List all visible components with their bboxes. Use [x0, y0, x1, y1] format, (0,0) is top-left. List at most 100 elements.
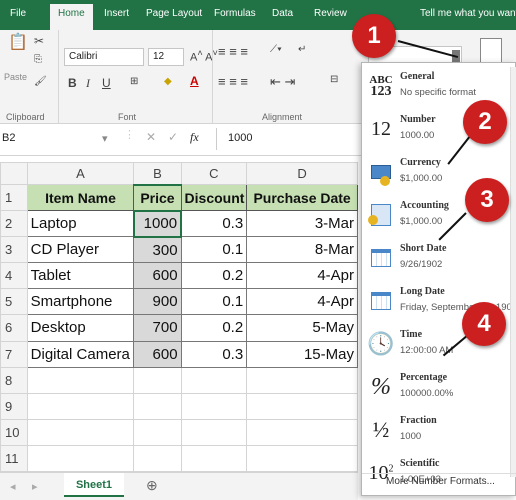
cell[interactable]: 600 [133, 262, 182, 290]
scrollbar[interactable] [510, 67, 516, 477]
active-cell[interactable]: 1000 [132, 209, 183, 238]
paste-icon[interactable]: 📋 [8, 32, 28, 52]
row-header[interactable]: 8 [0, 366, 28, 394]
cell[interactable]: 4-Apr [246, 288, 358, 316]
font-name-select[interactable]: Calibri [64, 48, 144, 66]
name-box[interactable]: B2 [2, 132, 112, 144]
tab-formulas[interactable]: Formulas [214, 8, 256, 19]
cell[interactable]: Digital Camera [26, 340, 135, 368]
copy-icon[interactable]: ⎘ [34, 54, 42, 65]
bold-button[interactable]: B [68, 76, 77, 90]
cell[interactable]: Desktop [26, 314, 135, 342]
scroll-left-icon[interactable]: ◂ [10, 480, 16, 493]
cell[interactable]: 0.1 [180, 288, 248, 316]
cell[interactable]: 0.3 [180, 340, 248, 368]
cut-icon[interactable]: ✂ [34, 34, 44, 48]
tab-data[interactable]: Data [272, 8, 293, 19]
cell[interactable] [26, 444, 135, 473]
cell[interactable]: 0.1 [180, 236, 248, 264]
formula-input[interactable]: 1000 [228, 132, 252, 144]
cell[interactable] [133, 418, 182, 446]
cell[interactable] [26, 418, 135, 446]
wrap-text-icon[interactable]: ↵ [298, 44, 306, 55]
orientation-icon[interactable]: ⟋▾ [270, 44, 282, 55]
sheet-tab-sheet1[interactable]: Sheet1 [64, 473, 124, 497]
header-cell[interactable]: Discount [180, 184, 248, 212]
format-painter-icon[interactable]: 🖌 [34, 76, 47, 87]
row-header[interactable]: 2 [0, 210, 28, 238]
cell[interactable] [180, 366, 248, 394]
conditional-format-icon[interactable] [480, 38, 502, 64]
header-cell[interactable]: Price [133, 184, 182, 212]
row-header[interactable]: 10 [0, 418, 28, 446]
row-header[interactable]: 1 [0, 184, 28, 212]
font-size-select[interactable]: 12 [148, 48, 184, 66]
merge-icon[interactable]: ⊟ [330, 74, 338, 85]
cell[interactable] [26, 366, 135, 394]
row-header[interactable]: 6 [0, 314, 28, 342]
cell[interactable]: 700 [133, 314, 182, 342]
cell[interactable]: 300 [133, 236, 182, 264]
cell[interactable]: 0.2 [180, 262, 248, 290]
row-header[interactable]: 11 [0, 444, 28, 473]
cancel-icon[interactable]: ✕ [146, 130, 156, 144]
more-number-formats-link[interactable]: More Number Formats... [386, 476, 495, 487]
cell[interactable] [180, 444, 248, 473]
cell[interactable]: 0.3 [180, 210, 248, 238]
cell[interactable]: 15-May [246, 340, 358, 368]
scroll-right-icon[interactable]: ▸ [32, 480, 38, 493]
tab-page-layout[interactable]: Page Layout [146, 8, 202, 19]
column-header-c[interactable]: C [180, 161, 248, 186]
cell[interactable]: CD Player [26, 236, 135, 264]
cell[interactable]: 4-Apr [246, 262, 358, 290]
row-header[interactable]: 7 [0, 340, 28, 368]
cell[interactable] [180, 392, 248, 420]
borders-icon[interactable]: ⊞ [130, 76, 138, 87]
cell[interactable] [133, 366, 182, 394]
tab-review[interactable]: Review [314, 8, 347, 19]
tab-file[interactable]: File [10, 8, 26, 19]
align-left-icon[interactable]: ≡ ≡ ≡ [218, 74, 248, 89]
add-sheet-button[interactable]: ⊕ [146, 477, 158, 494]
tell-me-search[interactable]: Tell me what you want to d [420, 8, 516, 19]
cell[interactable] [133, 392, 182, 420]
cell[interactable]: 600 [133, 340, 182, 368]
cell[interactable]: 0.2 [180, 314, 248, 342]
confirm-icon[interactable]: ✓ [168, 130, 178, 144]
cell[interactable]: 3-Mar [246, 210, 358, 238]
fill-color-icon[interactable]: ◆ [164, 76, 172, 87]
cell[interactable]: 900 [133, 288, 182, 316]
row-header[interactable]: 9 [0, 392, 28, 420]
cell[interactable]: Tablet [26, 262, 135, 290]
row-header[interactable]: 5 [0, 288, 28, 316]
cell[interactable] [246, 418, 358, 446]
header-cell[interactable]: Item Name [26, 184, 135, 212]
row-header[interactable]: 4 [0, 262, 28, 290]
column-header-d[interactable]: D [246, 161, 358, 186]
paste-button[interactable]: Paste [4, 72, 27, 82]
indent-icon[interactable]: ⇤ ⇥ [270, 74, 295, 90]
format-item-scientific[interactable]: 102 Scientific 1.00E+03 [362, 454, 510, 494]
cell[interactable]: Smartphone [26, 288, 135, 316]
name-box-dropdown-icon[interactable]: ▾ [102, 132, 108, 145]
cell[interactable]: 8-Mar [246, 236, 358, 264]
cell[interactable] [246, 366, 358, 394]
header-cell[interactable]: Purchase Date [246, 184, 358, 212]
cell[interactable] [133, 444, 182, 473]
cell[interactable]: Laptop [26, 210, 135, 238]
align-top-icon[interactable]: ≡ ≡ ≡ [218, 44, 248, 59]
format-item-fraction[interactable]: ½ Fraction 1000 [362, 411, 510, 451]
column-header-b[interactable]: B [133, 161, 182, 186]
underline-button[interactable]: U [102, 76, 111, 90]
cell[interactable]: 5-May [246, 314, 358, 342]
format-item-short-date[interactable]: Short Date 9/26/1902 [362, 239, 510, 279]
cell[interactable] [26, 392, 135, 420]
cell[interactable] [180, 418, 248, 446]
format-item-percentage[interactable]: % Percentage 100000.00% [362, 368, 510, 408]
grow-font-icon[interactable]: A˄ A˅ [190, 48, 218, 64]
font-color-icon[interactable]: A [190, 74, 199, 88]
cell[interactable] [246, 444, 358, 473]
row-header[interactable]: 3 [0, 236, 28, 264]
tab-home[interactable]: Home [50, 4, 93, 30]
tab-insert[interactable]: Insert [104, 8, 129, 19]
